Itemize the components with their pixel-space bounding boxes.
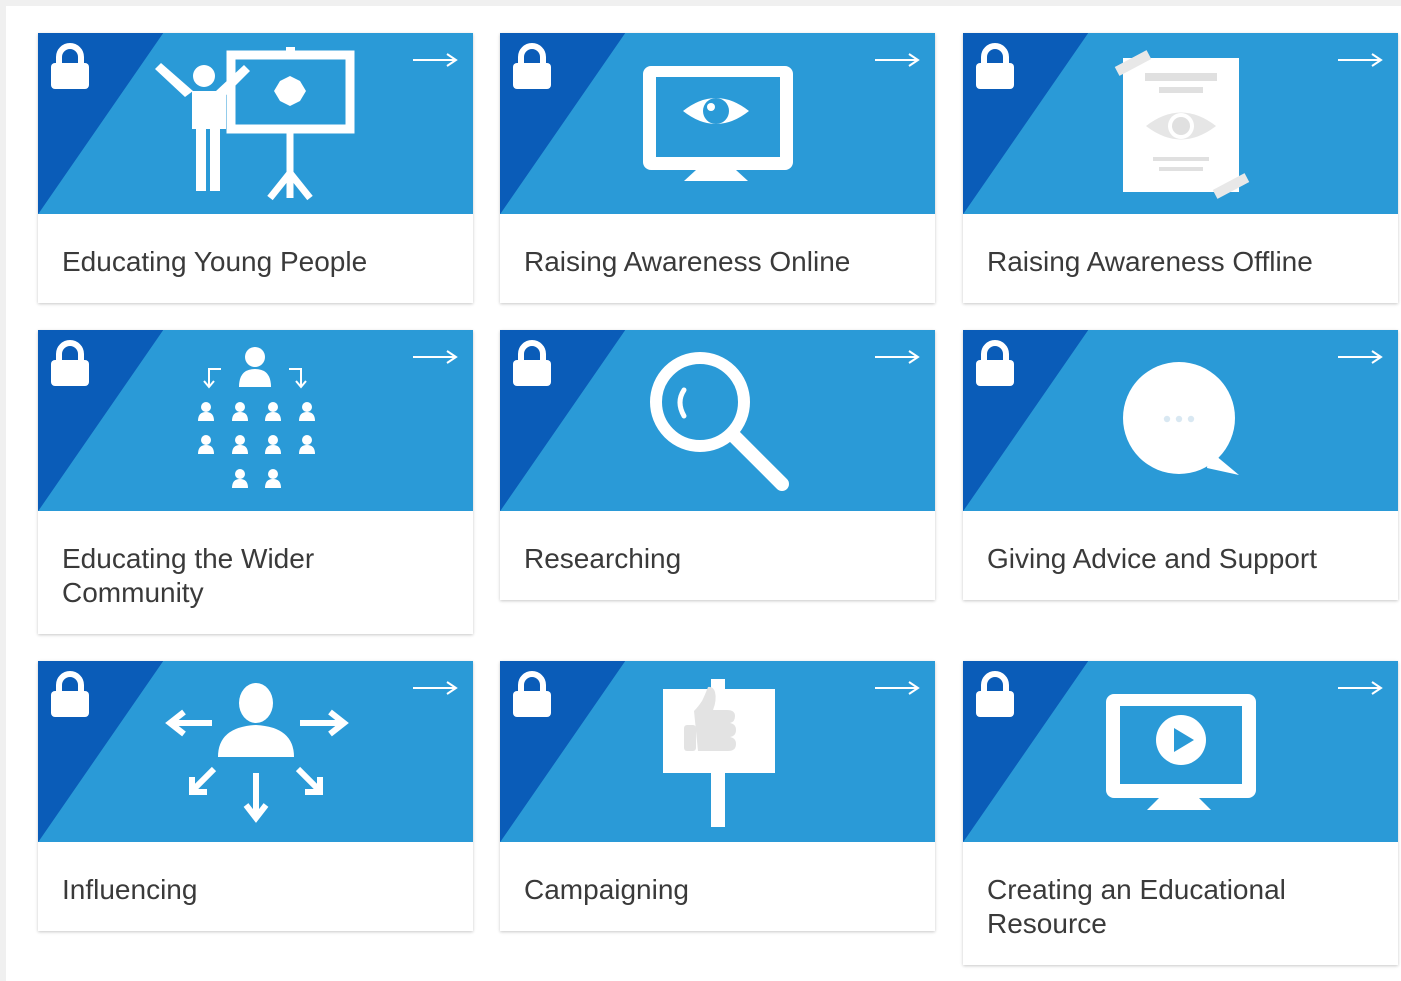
card-label: Influencing [62,874,198,905]
card-label: Raising Awareness Online [524,246,851,277]
card-educating-the-wider-community[interactable]: Educating the Wider Community [38,330,473,634]
card-giving-advice-and-support[interactable]: Giving Advice and Support [963,330,1398,600]
card-influencing[interactable]: Influencing [38,661,473,931]
card-raising-awareness-offline[interactable]: Raising Awareness Offline [963,33,1398,303]
card-label: Campaigning [524,874,689,905]
card-label: Educating Young People [62,246,368,277]
card-banner [38,661,473,842]
card-banner [38,330,473,511]
card-banner [500,330,935,511]
magnifier-icon [650,352,789,491]
card-banner [38,33,473,214]
card-label: Raising Awareness Offline [987,246,1313,277]
card-banner [963,661,1398,842]
card-label: Educating the Wider Community [62,543,315,608]
poster-eye-icon [1114,50,1250,199]
card-campaigning[interactable]: Campaigning [500,661,935,931]
influence-person-icon [165,683,349,823]
card-creating-an-educational-resource[interactable]: Creating an Educational Resource [963,661,1398,965]
card-banner [500,661,935,842]
card-label: Creating an Educational Resource [987,874,1286,939]
card-researching[interactable]: Researching [500,330,935,600]
monitor-play-icon [1106,694,1256,810]
card-banner [500,33,935,214]
placard-thumbs-up-icon [663,679,775,827]
card-label: Giving Advice and Support [987,543,1317,574]
presenter-icon [155,47,355,201]
card-banner [963,330,1398,511]
card-label: Researching [524,543,682,574]
card-educating-young-people[interactable]: Educating Young People [38,33,473,303]
speech-bubble-icon [1123,362,1239,475]
monitor-eye-icon [643,66,793,181]
card-raising-awareness-online[interactable]: Raising Awareness Online [500,33,935,303]
community-icon [198,347,315,488]
card-banner [963,33,1398,214]
